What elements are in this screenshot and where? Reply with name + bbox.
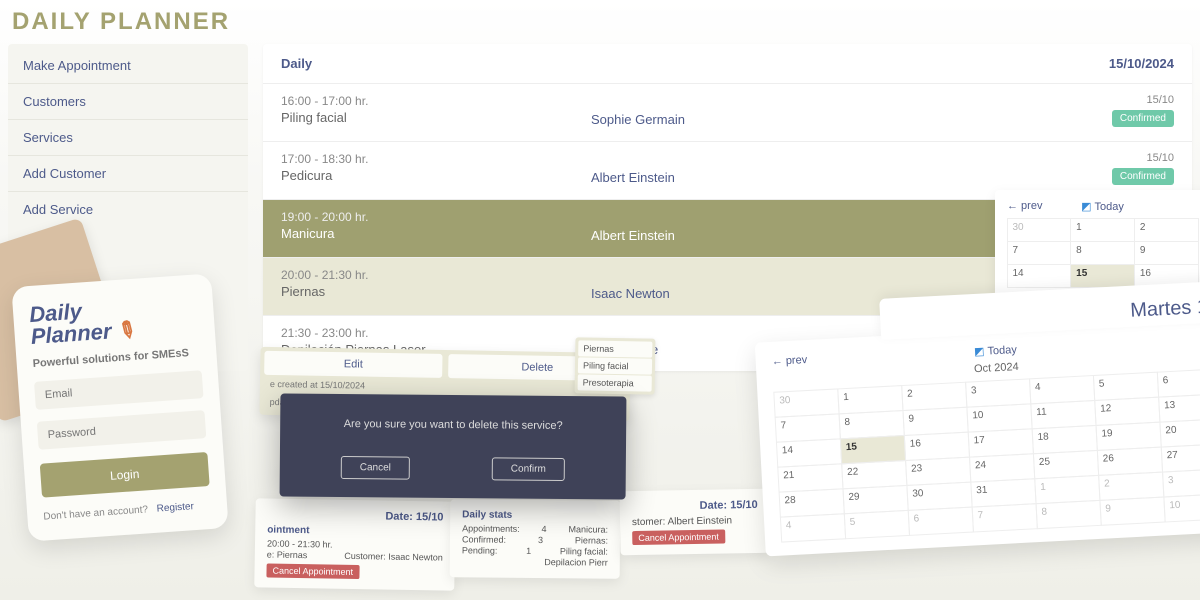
sidebar-item-add-customer[interactable]: Add Customer — [8, 156, 248, 192]
card-title: Daily stats — [462, 509, 608, 521]
card-title: ointment — [267, 524, 443, 538]
calendar-prev-button[interactable]: ← prev — [771, 354, 807, 368]
login-card: Daily Planner ✎ Powerful solutions for S… — [11, 273, 228, 541]
register-prompt: Don't have an account? Register — [43, 500, 211, 523]
calendar-day[interactable]: 1 — [1070, 218, 1135, 242]
appt-time: 19:00 - 20:00 hr. — [281, 210, 591, 224]
modal-confirm-button[interactable]: Confirm — [492, 457, 565, 481]
cancel-appointment-button[interactable]: Cancel Appointment — [632, 529, 725, 545]
calendar-today-button[interactable]: ◩Today — [974, 343, 1017, 358]
calendar-day[interactable]: 2 — [1134, 218, 1199, 242]
calendar-day[interactable]: 14 — [1007, 264, 1072, 288]
calendar-today-button[interactable]: ◩Today — [1081, 200, 1124, 213]
cancel-appointment-button[interactable]: Cancel Appointment — [266, 563, 359, 579]
card-date: Date: 15/10 — [632, 499, 758, 513]
daily-date: 15/10/2024 — [1109, 56, 1174, 71]
sidebar-item-customers[interactable]: Customers — [8, 84, 248, 120]
list-item[interactable]: Piling facial — [578, 357, 652, 374]
appt-service: Piling facial — [281, 110, 591, 125]
login-button[interactable]: Login — [40, 452, 210, 498]
register-link[interactable]: Register — [156, 501, 194, 515]
calendar-icon: ◩ — [974, 345, 985, 358]
appt-time: 21:30 - 23:00 hr. — [281, 326, 591, 340]
sidebar-item-services[interactable]: Services — [8, 120, 248, 156]
daily-stats-card: Daily stats Appointments:4Manicura: Conf… — [450, 499, 621, 578]
calendar-day[interactable]: 10 — [1163, 493, 1200, 522]
calendar-day[interactable]: 20 — [1159, 418, 1200, 447]
appt-service: Piernas — [281, 284, 591, 299]
status-badge: Confirmed — [1112, 110, 1174, 127]
password-field[interactable] — [37, 410, 207, 450]
appt-service: Pedicura — [281, 168, 591, 183]
appt-customer: Sophie Germain — [591, 112, 1112, 127]
confirm-delete-modal: Are you sure you want to delete this ser… — [280, 393, 627, 499]
appt-time: 16:00 - 17:00 hr. — [281, 94, 591, 108]
calendar-day[interactable]: 13 — [1158, 393, 1200, 422]
list-item[interactable]: Presoterapia — [578, 374, 652, 391]
calendar-day[interactable]: 8 — [1070, 241, 1135, 265]
calendar-icon: ◩ — [1081, 201, 1091, 213]
service-list-snippet: Piernas Piling facial Presoterapia — [575, 337, 656, 394]
appt-short-date: 15/10 — [1112, 94, 1174, 106]
appt-customer: Albert Einstein — [591, 170, 1112, 185]
sidebar-item-add-service[interactable]: Add Service — [8, 192, 248, 227]
appointment-row[interactable]: 16:00 - 17:00 hr. Piling facial Sophie G… — [263, 83, 1192, 141]
login-tagline: Powerful solutions for SMEsS — [32, 346, 200, 370]
appt-time: 20:00 - 21:30 hr. — [281, 268, 591, 282]
appt-short-date: 15/10 — [1112, 152, 1174, 164]
calendar-day[interactable]: 15 — [1070, 264, 1135, 288]
login-logo: Daily Planner ✎ — [29, 292, 200, 348]
app-header: DAILY PLANNER — [0, 0, 1200, 44]
list-item[interactable]: Piernas — [578, 340, 652, 357]
calendar-prev-button[interactable]: ← prev — [1007, 200, 1042, 212]
calendar-day[interactable]: 6 — [907, 506, 973, 535]
app-title: DAILY PLANNER — [12, 8, 1188, 36]
modal-cancel-button[interactable]: Cancel — [341, 456, 410, 480]
calendar-day[interactable]: 27 — [1160, 443, 1200, 472]
calendar-day[interactable]: 3 — [1162, 468, 1200, 497]
customer-appointment-card: Date: 15/10 stomer: Albert Einstein Canc… — [619, 489, 770, 556]
small-calendar: ← prev ◩Today 3012789141516 — [995, 190, 1200, 297]
calendar-day[interactable]: 7 — [1007, 241, 1072, 265]
appointment-card: Date: 15/10 ointment 20:00 - 21:30 hr. e… — [254, 498, 456, 590]
calendar-day[interactable]: 9 — [1134, 241, 1199, 265]
sidebar-item-make-appointment[interactable]: Make Appointment — [8, 48, 248, 84]
modal-message: Are you sure you want to delete this ser… — [300, 418, 606, 433]
month-calendar: ← prev ◩Today Oct 2024 30123456789101112… — [755, 318, 1200, 557]
calendar-day[interactable]: 9 — [1099, 496, 1165, 525]
calendar-day[interactable]: 5 — [843, 509, 909, 538]
calendar-day[interactable]: 4 — [779, 513, 845, 542]
calendar-day[interactable]: 8 — [1035, 499, 1101, 528]
card-date: Date: 15/10 — [267, 508, 443, 523]
daily-heading: Daily — [281, 56, 312, 71]
status-badge: Confirmed — [1112, 168, 1174, 185]
calendar-day[interactable]: 7 — [971, 503, 1037, 532]
appt-time: 17:00 - 18:30 hr. — [281, 152, 591, 166]
calendar-day[interactable]: 6 — [1156, 368, 1200, 397]
appt-service: Manicura — [281, 226, 591, 241]
email-field[interactable] — [34, 370, 204, 410]
calendar-day[interactable]: 30 — [1007, 218, 1072, 242]
pencil-icon: ✎ — [113, 316, 140, 344]
edit-button[interactable]: Edit — [264, 351, 442, 378]
